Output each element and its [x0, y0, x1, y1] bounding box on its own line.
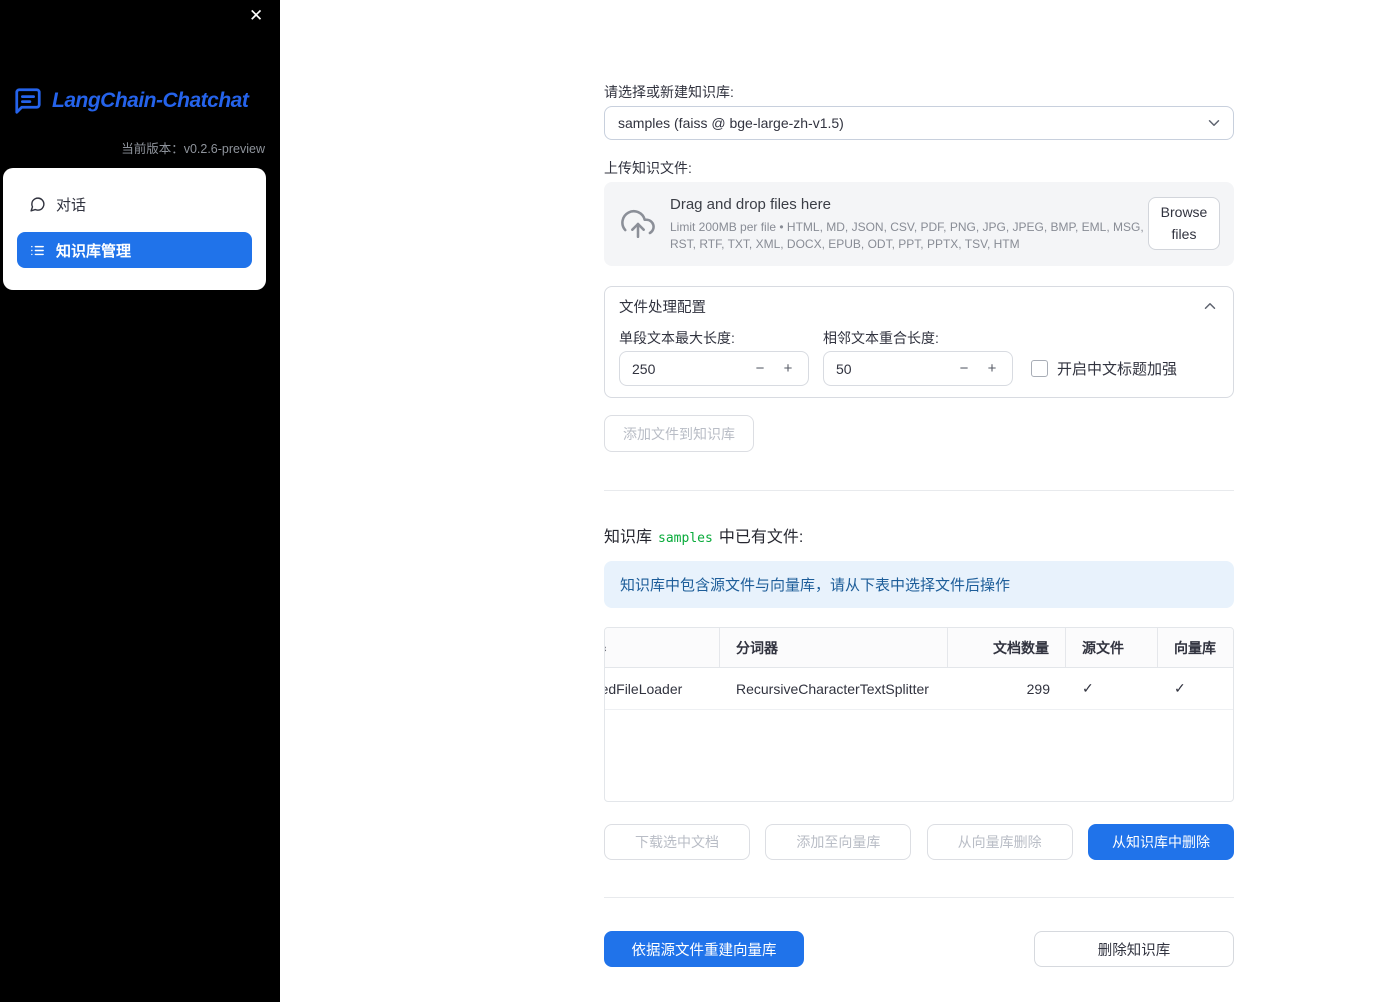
download-selected-button[interactable]: 下载选中文档: [604, 824, 750, 860]
overlap-size-label: 相邻文本重合长度:: [823, 330, 939, 346]
decrement-button[interactable]: −: [950, 360, 978, 377]
col-header-doc-count: 文档数量: [948, 628, 1066, 667]
divider: [604, 490, 1234, 491]
checkbox-box: [1031, 360, 1048, 377]
chat-logo-icon: [15, 88, 41, 114]
increment-button[interactable]: +: [978, 360, 1006, 377]
add-files-button[interactable]: 添加文件到知识库: [604, 415, 754, 452]
cell-vector-store-check: ✓: [1174, 680, 1186, 696]
kb-files-heading: 知识库 samples 中已有文件:: [604, 523, 803, 547]
col-header-source-file: 源文件: [1066, 628, 1158, 667]
main-content: 请选择或新建知识库: samples (faiss @ bge-large-zh…: [604, 0, 1234, 1002]
chevron-up-icon: [1204, 303, 1216, 309]
kb-name-code: samples: [658, 531, 713, 546]
checkbox-label: 开启中文标题加强: [1057, 361, 1178, 378]
chunk-size-input[interactable]: 250 − +: [619, 351, 809, 386]
expander-header[interactable]: 文件处理配置: [605, 287, 1233, 325]
cell-doc-count: 299: [1026, 680, 1050, 697]
col-header-vector-store: 向量库: [1174, 639, 1216, 656]
table-row[interactable]: UnstructuredFileLoader RecursiveCharacte…: [605, 668, 1233, 710]
logo-text: LangChain-Chatchat: [52, 89, 249, 112]
chunk-size-value: 250: [632, 360, 656, 377]
kb-select-value: samples (faiss @ bge-large-zh-v1.5): [618, 115, 844, 131]
zh-title-enhance-checkbox[interactable]: 开启中文标题加强: [1031, 358, 1177, 379]
dropzone-text: Drag and drop files here Limit 200MB per…: [670, 196, 1148, 252]
expander-title: 文件处理配置: [619, 299, 706, 316]
chunk-size-label: 单段文本最大长度:: [619, 330, 735, 346]
nav-item-label: 知识库管理: [56, 242, 132, 260]
dropzone-title: Drag and drop files here: [670, 195, 831, 213]
nav-item-label: 对话: [56, 196, 87, 214]
cell-loader: UnstructuredFileLoader: [605, 680, 683, 697]
overlap-size-input[interactable]: 50 − +: [823, 351, 1013, 386]
sidebar-item-dialogue[interactable]: 对话: [17, 186, 252, 222]
kb-select-label: 请选择或新建知识库:: [604, 84, 734, 100]
col-header-loader: 文档加载器: [605, 628, 720, 667]
info-text: 知识库中包含源文件与向量库，请从下表中选择文件后操作: [620, 577, 1011, 594]
file-actions-row: 下载选中文档 添加至向量库 从向量库删除 从知识库中删除: [604, 824, 1234, 860]
chat-bubble-icon: [30, 196, 45, 212]
increment-button[interactable]: +: [774, 360, 802, 377]
cell-source-file-check: ✓: [1082, 680, 1094, 696]
app-logo: LangChain-Chatchat: [12, 86, 249, 116]
chevron-down-icon: [1208, 120, 1220, 126]
sidebar-nav: 对话 知识库管理: [3, 168, 266, 290]
heading-suffix: 中已有文件:: [718, 529, 804, 546]
kb-select[interactable]: samples (faiss @ bge-large-zh-v1.5): [604, 106, 1234, 140]
col-header-splitter: 分词器: [720, 628, 948, 667]
upload-label: 上传知识文件:: [604, 160, 692, 176]
files-table-inner: 文档加载器 分词器 文档数量 源文件 向量库 UnstructuredFileL…: [605, 628, 1233, 710]
table-header-row: 文档加载器 分词器 文档数量 源文件 向量库: [605, 628, 1233, 668]
rebuild-vectorstore-button[interactable]: 依据源文件重建向量库: [604, 931, 804, 967]
divider: [604, 897, 1234, 898]
dropzone-limits: Limit 200MB per file • HTML, MD, JSON, C…: [670, 219, 1144, 251]
kb-bottom-actions: 依据源文件重建向量库 删除知识库: [604, 931, 1234, 967]
browse-files-button[interactable]: Browse files: [1148, 197, 1220, 250]
sidebar: ✕ LangChain-Chatchat 当前版本：v0.2.6-preview…: [0, 0, 280, 1002]
file-config-expander: 文件处理配置 单段文本最大长度: 相邻文本重合长度: 250 − + 50 − …: [604, 286, 1234, 398]
cell-splitter: RecursiveCharacterTextSplitter: [736, 680, 929, 697]
sidebar-item-kb-management[interactable]: 知识库管理: [17, 232, 252, 268]
add-to-vectorstore-button[interactable]: 添加至向量库: [765, 824, 912, 860]
decrement-button[interactable]: −: [746, 360, 774, 377]
delete-kb-button[interactable]: 删除知识库: [1034, 931, 1234, 967]
close-icon[interactable]: ✕: [249, 7, 263, 24]
overlap-size-value: 50: [836, 360, 852, 377]
heading-prefix: 知识库: [604, 529, 653, 546]
info-alert: 知识库中包含源文件与向量库，请从下表中选择文件后操作: [604, 561, 1234, 608]
delete-from-vectorstore-button[interactable]: 从向量库删除: [926, 824, 1073, 860]
list-icon: [31, 245, 44, 255]
upload-cloud-icon: [621, 210, 655, 239]
app-root: ✕ LangChain-Chatchat 当前版本：v0.2.6-preview…: [0, 0, 1380, 1002]
files-table[interactable]: 文档加载器 分词器 文档数量 源文件 向量库 UnstructuredFileL…: [604, 627, 1234, 802]
version-label: 当前版本：v0.2.6-preview: [121, 142, 265, 156]
delete-from-kb-button[interactable]: 从知识库中删除: [1087, 824, 1234, 860]
file-dropzone[interactable]: Drag and drop files here Limit 200MB per…: [604, 182, 1234, 266]
